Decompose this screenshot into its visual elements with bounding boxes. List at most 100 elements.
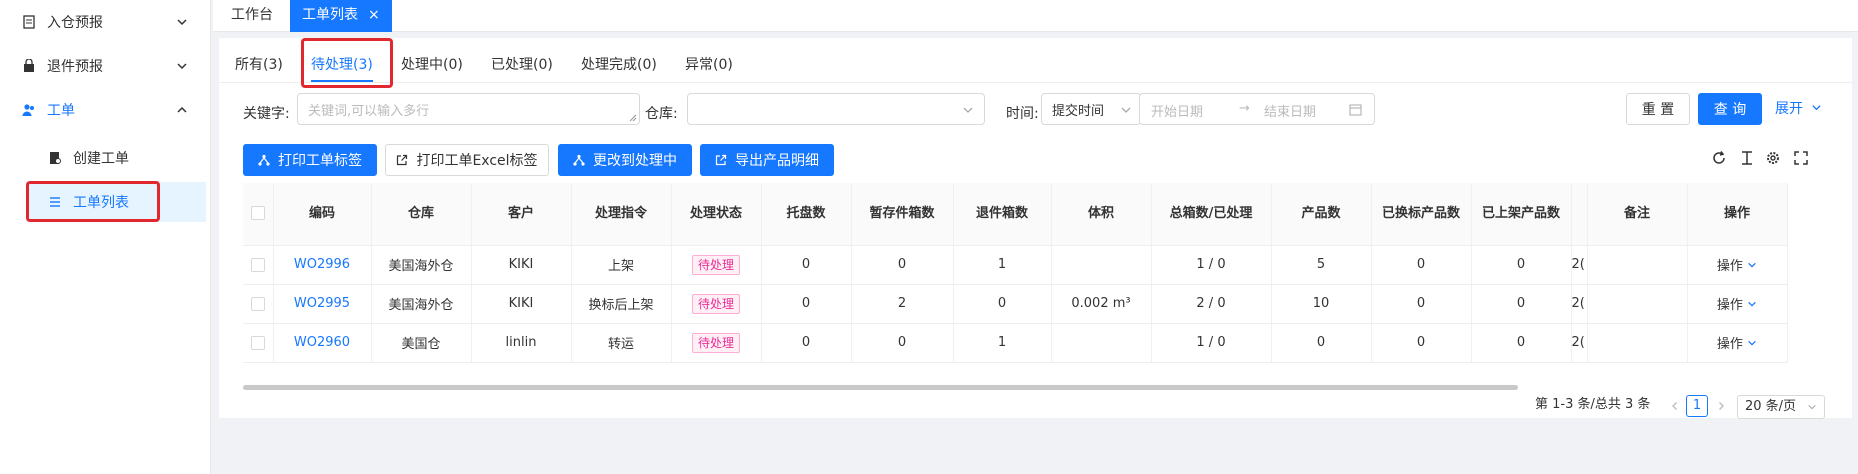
external-link-icon [396,154,408,166]
fullscreen-icon[interactable] [1793,150,1809,166]
column-height-icon[interactable] [1739,150,1755,166]
prev-page-icon[interactable] [1670,401,1680,411]
cell: 1 / 0 [1151,245,1272,285]
row-checkbox[interactable] [243,323,274,363]
time-type-select[interactable]: 提交时间 [1041,93,1141,125]
sidebar-item-label: 工单 [47,103,75,119]
column-header: 处理指令 [571,183,672,246]
export-details-button[interactable]: 导出产品明细 [700,144,834,176]
chevron-down-icon [1812,105,1822,111]
operation-dropdown[interactable]: 操作 [1687,245,1788,285]
date-range-picker[interactable]: 开始日期 → 结束日期 [1139,93,1375,125]
row-checkbox[interactable] [243,245,274,285]
print-label-button[interactable]: 打印工单标签 [243,144,377,176]
operation-label: 操作 [1716,337,1743,352]
chevron-up-icon [176,104,188,116]
operation-dropdown[interactable]: 操作 [1687,323,1788,363]
tab-status-all[interactable]: 所有(3) [235,48,283,82]
keyword-label: 关键字: [243,106,290,122]
tab-status-pending[interactable]: 待处理(3) [311,48,373,82]
page-size-value: 20 条/页 [1745,399,1797,414]
cell: 0 [1471,245,1572,285]
expand-link[interactable]: 展开 [1775,98,1822,120]
chevron-down-icon [1748,340,1756,346]
sidebar-item-create-workorder[interactable]: 创建工单 [26,138,206,178]
table-row: WO2996 美国海外仓 KIKI 上架 待处理 0 0 1 1 / 0 5 0… [243,245,1788,285]
cell: 0 [851,323,954,363]
warehouse-select[interactable] [687,93,985,125]
keyword-input[interactable]: 关键词,可以输入多行 [297,93,640,125]
column-header-hidden [1571,183,1588,246]
operation-dropdown[interactable]: 操作 [1687,284,1788,324]
change-to-processing-button[interactable]: 更改到处理中 [558,144,692,176]
select-all-checkbox[interactable] [243,183,274,246]
cell [1587,323,1688,363]
sidebar-item-inbound-forecast[interactable]: 入仓预报 [0,2,211,42]
chevron-down-icon [176,60,188,72]
query-button[interactable]: 查 询 [1698,93,1762,125]
sidebar-item-workorder[interactable]: 工单 [0,90,211,130]
cell: 0 [1371,284,1472,324]
horizontal-scrollbar[interactable] [243,385,1518,390]
tab-label: 异常(0) [685,57,733,73]
workorder-table: 编码 仓库 客户 处理指令 处理状态 托盘数 暂存件箱数 退件箱数 体积 总箱数… [243,183,1788,363]
workorder-code-link[interactable]: WO2995 [273,284,372,324]
gear-icon[interactable] [1765,150,1781,166]
cell: 0 [1471,284,1572,324]
row-checkbox[interactable] [243,284,274,324]
column-header: 处理状态 [671,183,762,246]
tab-status-completed[interactable]: 处理完成(0) [581,48,657,82]
sidebar-item-workorder-list[interactable]: 工单列表 [26,182,206,222]
resize-icon [629,114,637,122]
external-link-icon [715,154,727,166]
cell: 1 [953,245,1052,285]
status-badge: 待处理 [691,254,740,275]
cell: 0 [1471,323,1572,363]
export-details-text: 导出产品明细 [735,153,819,169]
next-page-icon[interactable] [1716,401,1726,411]
sidebar-item-label: 退件预报 [47,59,103,75]
tab-workorder-list[interactable]: 工单列表 × [290,0,392,32]
tab-status-processed[interactable]: 已处理(0) [491,48,553,82]
tab-dashboard[interactable]: 工作台 [219,0,285,32]
cell [1051,323,1152,363]
cell-partial: 2( [1571,245,1588,285]
page-1-button[interactable]: 1 [1686,395,1708,417]
operation-label: 操作 [1716,298,1743,313]
column-header: 客户 [471,183,572,246]
cell: 0 [1371,323,1472,363]
cell: 1 [953,323,1052,363]
cell: 0 [761,323,852,363]
tab-label: 处理中(0) [401,57,463,73]
reset-button[interactable]: 重 置 [1626,93,1690,125]
column-header: 退件箱数 [953,183,1052,246]
close-icon[interactable]: × [368,7,380,23]
workorder-code-link[interactable]: WO2996 [273,245,372,285]
cell: KIKI [471,284,572,324]
status-cell: 待处理 [671,284,762,324]
cell: 0 [761,245,852,285]
cell: 2 [851,284,954,324]
tab-status-processing[interactable]: 处理中(0) [401,48,463,82]
chevron-down-icon [963,107,973,113]
cell: 0 [761,284,852,324]
end-date-placeholder: 结束日期 [1264,105,1317,120]
cell: 0 [1271,323,1372,363]
tab-status-exception[interactable]: 异常(0) [685,48,733,82]
sidebar-item-return-forecast[interactable]: 退件预报 [0,46,211,86]
operation-label: 操作 [1716,259,1743,274]
list-icon [48,195,62,209]
chevron-down-icon [1121,107,1131,113]
tab-label: 工作台 [231,7,273,23]
workorder-code-link[interactable]: WO2960 [273,323,372,363]
sidebar-item-label: 入仓预报 [47,15,103,31]
warehouse-label: 仓库: [645,106,678,122]
refresh-icon[interactable] [1711,150,1727,166]
print-excel-button[interactable]: 打印工单Excel标签 [385,144,549,176]
tab-label: 工单列表 [302,7,358,23]
expand-label: 展开 [1775,101,1803,117]
page-size-select[interactable]: 20 条/页 [1737,395,1825,419]
divider [219,82,1852,83]
table-header-row: 编码 仓库 客户 处理指令 处理状态 托盘数 暂存件箱数 退件箱数 体积 总箱数… [243,183,1788,246]
sidebar-item-label: 工单列表 [73,195,129,211]
